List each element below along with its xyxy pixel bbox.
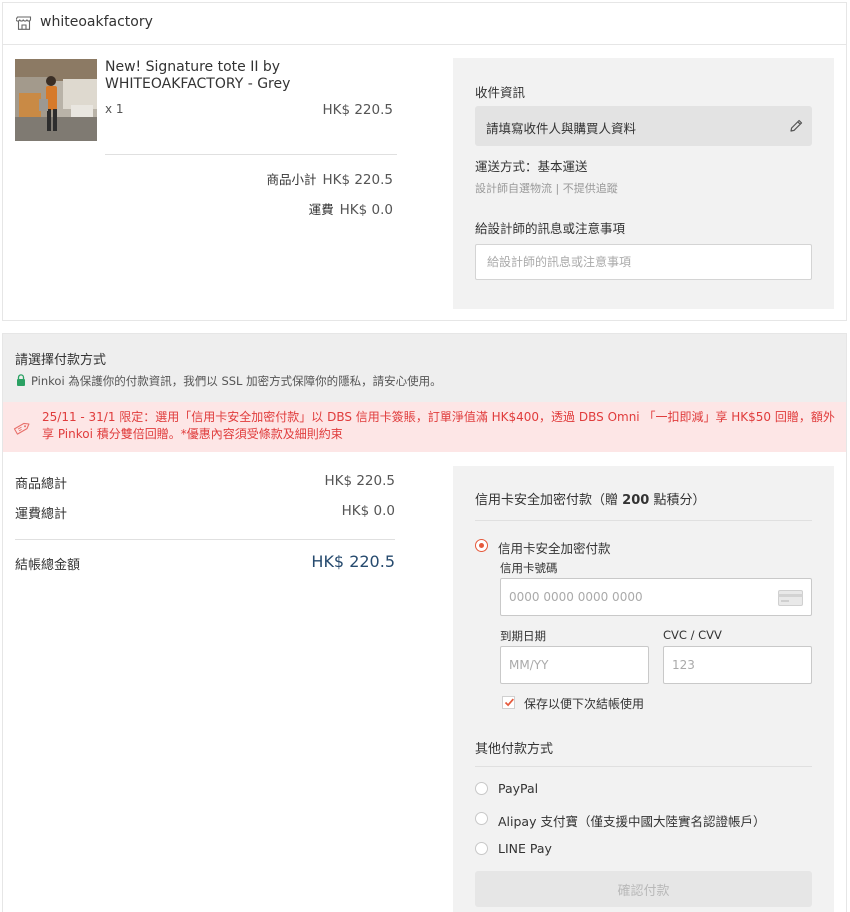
product-quantity: x 1 (105, 102, 124, 116)
card-number-input[interactable] (500, 578, 812, 616)
alipay-option-label[interactable]: Alipay 支付寶（僅支援中國大陸實名認證帳戶） (498, 811, 765, 830)
cvc-label: CVC / CVV (663, 628, 722, 642)
points-value: 200 (622, 493, 650, 508)
lock-icon (17, 374, 25, 386)
card-number-label: 信用卡號碼 (500, 561, 558, 575)
credit-card-radio[interactable] (475, 539, 488, 552)
shipping-total-value: HK$ 0.0 (341, 503, 395, 519)
shop-name-link[interactable]: whiteoakfactory (40, 14, 153, 30)
secure-note: Pinkoi 為保護你的付款資訊，我們以 SSL 加密方式保障你的隱私，請安心使… (31, 374, 442, 388)
payment-header: 請選擇付款方式 Pinkoi 為保護你的付款資訊，我們以 SSL 加密方式保障你… (3, 334, 846, 402)
checkmark-icon (504, 698, 514, 707)
save-card-checkbox[interactable] (502, 696, 515, 709)
divider (475, 520, 812, 521)
credit-card-option-label[interactable]: 信用卡安全加密付款 (498, 538, 611, 557)
fill-receiver-button[interactable]: 請填寫收件人與購買人資料 (475, 106, 812, 146)
grand-total-value: HK$ 220.5 (311, 552, 395, 571)
store-icon (16, 16, 32, 30)
grand-total-label: 結帳總金額 (15, 558, 81, 573)
tag-icon (13, 422, 30, 435)
grand-total-row: 結帳總金額 HK$ 220.5 (15, 552, 395, 574)
shop-header: whiteoakfactory (3, 3, 846, 45)
payment-title: 請選擇付款方式 (15, 353, 107, 368)
goods-total-label: 商品總計 (15, 477, 68, 492)
confirm-payment-button[interactable]: 確認付款 (475, 871, 812, 907)
shipping-row: 運費 HK$ 0.0 (309, 199, 393, 218)
product-image[interactable] (15, 59, 97, 141)
divider (105, 154, 397, 155)
goods-total-value: HK$ 220.5 (324, 473, 395, 489)
receiver-title: 收件資訊 (475, 85, 526, 100)
payment-card: 請選擇付款方式 Pinkoi 為保護你的付款資訊，我們以 SSL 加密方式保障你… (2, 333, 847, 912)
card-number-wrap (500, 578, 812, 616)
payment-method-panel: 信用卡安全加密付款（贈 200 點積分） 信用卡安全加密付款 信用卡號碼 到期日… (453, 466, 834, 912)
paypal-option-label[interactable]: PayPal (498, 781, 538, 796)
cvc-input[interactable] (663, 646, 812, 684)
pencil-icon (790, 119, 803, 132)
promo-text: 25/11 - 31/1 限定：選用「信用卡安全加密付款」以 DBS 信用卡簽賬… (42, 410, 835, 441)
linepay-radio[interactable] (475, 842, 488, 855)
save-card-label[interactable]: 保存以便下次結帳使用 (524, 695, 644, 712)
shipping-value: HK$ 0.0 (339, 202, 393, 218)
message-title: 給設計師的訊息或注意事項 (475, 221, 626, 236)
subtotal-label: 商品小計 (266, 172, 317, 187)
subtotal-row: 商品小計 HK$ 220.5 (266, 169, 393, 188)
paypal-radio[interactable] (475, 782, 488, 795)
shipping-total-row: 運費總計 HK$ 0.0 (15, 503, 395, 522)
designer-message-input[interactable] (475, 244, 812, 280)
linepay-option-label[interactable]: LINE Pay (498, 841, 552, 856)
product-name[interactable]: New! Signature tote II by WHITEOAKFACTOR… (105, 59, 345, 93)
credit-card-icon (778, 590, 803, 606)
receiver-panel: 收件資訊 請填寫收件人與購買人資料 運送方式：基本運送 設計師自選物流 | 不提… (453, 58, 834, 309)
credit-card-section-title: 信用卡安全加密付款（贈 200 點積分） (475, 493, 706, 508)
shipping-note: 設計師自選物流 | 不提供追蹤 (475, 182, 618, 195)
alipay-radio[interactable] (475, 812, 488, 825)
shipping-method: 運送方式：基本運送 (475, 159, 588, 174)
fill-receiver-label: 請填寫收件人與購買人資料 (486, 121, 637, 136)
divider (15, 539, 395, 540)
divider (475, 766, 812, 767)
order-card: whiteoakfactory New! Signature tote II b… (2, 2, 847, 321)
expiry-label: 到期日期 (500, 629, 546, 643)
expiry-input[interactable] (500, 646, 649, 684)
subtotal-value: HK$ 220.5 (322, 172, 393, 188)
goods-total-row: 商品總計 HK$ 220.5 (15, 473, 395, 492)
promo-banner: 25/11 - 31/1 限定：選用「信用卡安全加密付款」以 DBS 信用卡簽賬… (3, 402, 846, 452)
product-price: HK$ 220.5 (322, 102, 393, 118)
shipping-total-label: 運費總計 (15, 507, 68, 522)
shipping-label: 運費 (308, 202, 334, 217)
other-methods-title: 其他付款方式 (475, 742, 554, 757)
